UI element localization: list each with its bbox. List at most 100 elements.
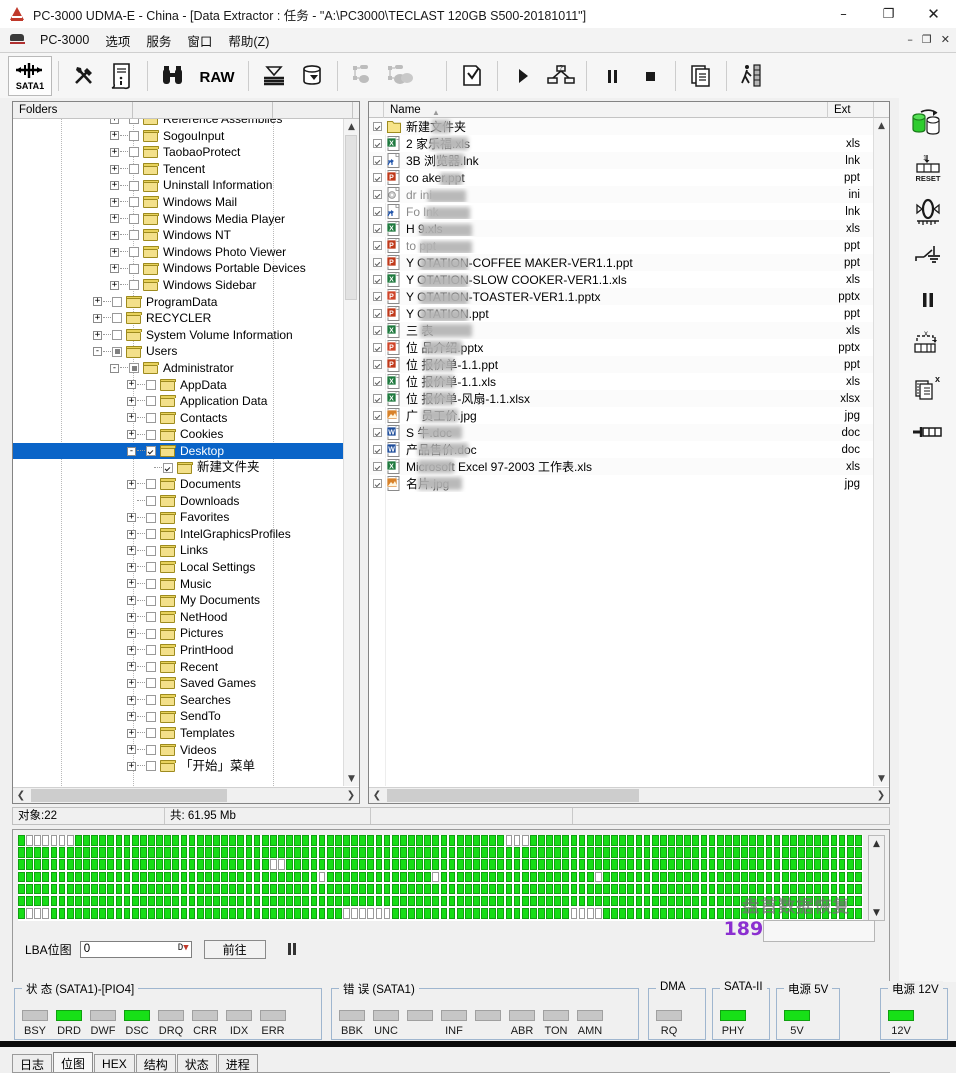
- bitmap-block-read[interactable]: [659, 871, 667, 883]
- bitmap-block-read[interactable]: [334, 895, 342, 907]
- bitmap-block-read[interactable]: [838, 895, 846, 907]
- bitmap-block-read[interactable]: [448, 859, 456, 870]
- bitmap-block-read[interactable]: [814, 883, 822, 895]
- bitmap-block-read[interactable]: [139, 859, 147, 870]
- file-row-checkbox[interactable]: [373, 445, 382, 454]
- bitmap-block-read[interactable]: [180, 883, 188, 895]
- bitmap-block-read[interactable]: [562, 908, 570, 919]
- folders-vertical-scrollbar[interactable]: ▲ ▼: [343, 119, 359, 786]
- bitmap-block-read[interactable]: [798, 883, 805, 895]
- bitmap-block-read[interactable]: [700, 847, 708, 858]
- file-row-checkbox[interactable]: [373, 292, 382, 301]
- bitmap-block-read[interactable]: [513, 895, 521, 907]
- bitmap-block-read[interactable]: [733, 895, 740, 907]
- bitmap-block-read[interactable]: [440, 871, 448, 883]
- expand-toggle[interactable]: +: [110, 131, 119, 141]
- bitmap-block-read[interactable]: [310, 859, 318, 870]
- bitmap-block-read[interactable]: [481, 895, 488, 907]
- bitmap-block-read[interactable]: [538, 895, 545, 907]
- bitmap-block-read[interactable]: [814, 895, 822, 907]
- bitmap-block-read[interactable]: [464, 883, 472, 895]
- tree-item[interactable]: + AppData: [13, 377, 359, 394]
- bitmap-block-read[interactable]: [562, 871, 570, 883]
- mdi-minimize-button[interactable]: –: [907, 34, 913, 45]
- bitmap-block-read[interactable]: [343, 835, 350, 846]
- bitmap-block-read[interactable]: [432, 908, 440, 919]
- bitmap-block-read[interactable]: [326, 835, 334, 846]
- bitmap-block-read[interactable]: [204, 835, 212, 846]
- bitmap-block-read[interactable]: [351, 895, 358, 907]
- bitmap-block-read[interactable]: [18, 908, 25, 919]
- bitmap-block-read[interactable]: [497, 847, 505, 858]
- bitmap-block-read[interactable]: [286, 835, 293, 846]
- bitmap-block-read[interactable]: [424, 847, 432, 858]
- bitmap-pause-button[interactable]: [282, 939, 302, 959]
- files-hscroll-left-arrow[interactable]: ❮: [369, 788, 385, 803]
- bitmap-block-read[interactable]: [603, 883, 610, 895]
- bitmap-block-read[interactable]: [521, 859, 529, 870]
- expand-toggle[interactable]: +: [127, 396, 136, 406]
- bitmap-block-read[interactable]: [627, 871, 635, 883]
- bitmap-block-read[interactable]: [692, 883, 700, 895]
- folders-scroll-up-arrow[interactable]: ▲: [344, 119, 359, 134]
- file-row-checkbox[interactable]: [373, 241, 382, 250]
- file-row-checkbox[interactable]: [373, 122, 382, 131]
- bitmap-block-read[interactable]: [806, 883, 813, 895]
- bitmap-block-read[interactable]: [188, 835, 196, 846]
- minimize-button[interactable]: –: [821, 0, 866, 28]
- bitmap-block-read[interactable]: [213, 835, 220, 846]
- bitmap-block-read[interactable]: [806, 847, 813, 858]
- bitmap-block-read[interactable]: [749, 859, 757, 870]
- bitmap-block-read[interactable]: [83, 895, 90, 907]
- bitmap-block-read[interactable]: [700, 871, 708, 883]
- bitmap-block-read[interactable]: [131, 859, 139, 870]
- bitmap-block-read[interactable]: [854, 883, 862, 895]
- bitmap-block-read[interactable]: [651, 835, 659, 846]
- file-list[interactable]: 新建文件夹 X 2 家乐福.xls xls 3B 浏览器.lnk lnk Pco aker.…: [369, 118, 874, 786]
- bitmap-block-read[interactable]: [343, 847, 350, 858]
- bitmap-block-read[interactable]: [26, 847, 33, 858]
- bitmap-block-read[interactable]: [188, 871, 196, 883]
- bitmap-block-read[interactable]: [830, 871, 838, 883]
- bitmap-block-read[interactable]: [521, 895, 529, 907]
- bitmap-block-read[interactable]: [700, 859, 708, 870]
- bitmap-block-read[interactable]: [42, 883, 50, 895]
- bitmap-block-read[interactable]: [213, 859, 220, 870]
- bitmap-block-read[interactable]: [294, 895, 302, 907]
- bitmap-block-read[interactable]: [83, 908, 90, 919]
- expand-toggle[interactable]: +: [110, 247, 119, 257]
- bitmap-block-read[interactable]: [424, 895, 432, 907]
- bitmap-block-read[interactable]: [765, 895, 773, 907]
- task-graph-button[interactable]: ?: [542, 57, 580, 95]
- bitmap-block-read[interactable]: [619, 895, 627, 907]
- bitmap-block-read[interactable]: [798, 895, 805, 907]
- bitmap-block-read[interactable]: [456, 895, 464, 907]
- bitmap-block-read[interactable]: [310, 835, 318, 846]
- bitmap-block-read[interactable]: [603, 847, 610, 858]
- bitmap-block-read[interactable]: [594, 859, 602, 870]
- bitmap-block-read[interactable]: [594, 835, 602, 846]
- close-button[interactable]: ✕: [911, 0, 956, 28]
- bitmap-block-read[interactable]: [733, 908, 740, 919]
- bitmap-block-read[interactable]: [253, 895, 261, 907]
- bitmap-block-read[interactable]: [846, 847, 854, 858]
- bitmap-block-read[interactable]: [139, 883, 147, 895]
- expand-toggle[interactable]: +: [127, 761, 136, 771]
- bitmap-block-read[interactable]: [668, 871, 675, 883]
- bitmap-block-read[interactable]: [66, 859, 74, 870]
- find-binoculars-button[interactable]: [154, 57, 192, 95]
- expand-toggle[interactable]: +: [127, 596, 136, 606]
- bitmap-block-read[interactable]: [798, 859, 805, 870]
- bitmap-block-read[interactable]: [814, 871, 822, 883]
- bitmap-block-read[interactable]: [464, 859, 472, 870]
- bitmap-block-read[interactable]: [765, 859, 773, 870]
- bitmap-block-read[interactable]: [814, 847, 822, 858]
- bitmap-block-read[interactable]: [789, 859, 797, 870]
- bitmap-block-read[interactable]: [99, 883, 107, 895]
- bitmap-block-read[interactable]: [814, 908, 822, 919]
- tree-item[interactable]: 新建文件夹: [13, 459, 359, 476]
- bitmap-block-empty[interactable]: [513, 835, 521, 846]
- file-row-checkbox[interactable]: [373, 428, 382, 437]
- tree-item-checkbox[interactable]: [112, 330, 122, 341]
- bitmap-block-read[interactable]: [278, 835, 285, 846]
